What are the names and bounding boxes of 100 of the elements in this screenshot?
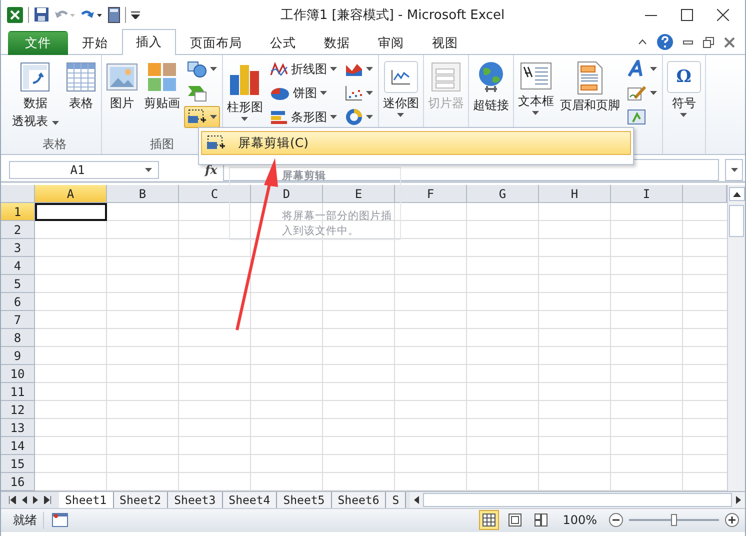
ribbon-small-button[interactable]: 条形图 [266,106,340,128]
bar-chart-icon [270,109,288,126]
zoom-out-icon[interactable] [609,513,623,528]
caret-icon [650,67,657,72]
vertical-scrollbar[interactable] [727,185,745,492]
previous-sheet-icon[interactable] [22,496,27,504]
sheet-tab[interactable]: Sheet3 [168,492,223,508]
screenshot-icon [206,135,226,151]
ribbon-tab[interactable]: 审阅 [364,31,418,56]
row-header[interactable]: 5 [1,275,35,294]
caret-icon [330,115,337,120]
row-header[interactable]: 9 [1,347,35,366]
row-header[interactable]: 16 [1,473,35,492]
caret-icon [366,91,373,96]
row-header[interactable]: 1 [1,203,35,222]
row-header[interactable]: 8 [1,329,35,348]
last-sheet-icon[interactable] [44,496,51,504]
text-box-icon [520,61,552,92]
shapes-icon [186,60,207,78]
clipart-icon [146,61,178,94]
macro-record-icon[interactable] [52,513,68,528]
zoom-slider-thumb[interactable] [671,514,677,526]
scroll-thumb[interactable] [423,493,732,508]
caret-icon [680,113,688,118]
ribbon-small-button[interactable] [184,106,220,128]
ribbon-button[interactable]: 图片 [104,58,140,136]
sheet-tab[interactable]: Sheet1 [59,492,114,508]
row-header[interactable]: 14 [1,437,35,456]
ribbon-tab[interactable]: 插入 [122,29,176,56]
table-grid-icon [64,61,97,94]
row-header[interactable]: 15 [1,455,35,474]
ribbon-small-button[interactable]: 饼图 [266,82,340,104]
area-chart-icon [344,61,363,78]
smartart-icon [186,84,207,102]
menu-item[interactable]: 屏幕剪辑(C) [201,131,631,155]
scatter-chart-icon [344,85,363,102]
collapse-ribbon-icon[interactable] [638,39,647,46]
row-header[interactable]: 11 [1,383,35,402]
column-header[interactable]: I [611,185,683,204]
scroll-right-icon[interactable] [736,496,741,504]
column-header[interactable]: D [251,185,323,204]
next-sheet-icon[interactable] [33,496,38,504]
restore-icon[interactable] [703,36,714,48]
ribbon-tab[interactable]: 视图 [418,31,472,56]
row-header[interactable]: 10 [1,365,35,384]
row-header[interactable]: 6 [1,293,35,312]
name-box[interactable]: A1 [9,160,159,179]
column-header[interactable]: B [107,185,179,204]
sheet-tab[interactable]: Sheet6 [332,492,386,508]
zoom-level[interactable]: 100% [556,513,603,528]
row-header[interactable]: 2 [1,221,35,240]
sheet-tab[interactable]: S [386,492,406,508]
ribbon-button[interactable]: 表格 [62,58,99,136]
column-header[interactable]: C [179,185,251,204]
calculator-icon[interactable] [108,6,120,23]
column-header[interactable]: A [35,185,107,204]
view-button[interactable] [478,510,499,530]
row-header[interactable]: 3 [1,239,35,258]
ribbon-tab[interactable]: 开始 [68,31,122,56]
insert-function-button[interactable]: fx [205,162,218,177]
scroll-left-icon[interactable] [414,496,420,504]
file-tab[interactable]: 文件 [8,31,68,56]
help-icon[interactable] [657,34,673,50]
save-icon[interactable] [34,7,49,22]
scroll-thumb[interactable] [729,205,744,238]
caret-icon [210,115,217,120]
maximize-icon[interactable] [681,8,693,21]
scroll-up-icon[interactable] [732,192,740,197]
row-header[interactable]: 12 [1,401,35,420]
caret-icon [330,67,337,72]
column-header[interactable]: F [395,185,467,204]
ribbon-button[interactable]: 数据 透视表 [10,58,61,136]
sheet-tab[interactable]: Sheet5 [277,492,332,508]
ribbon-tab[interactable]: 数据 [310,31,364,56]
active-cell[interactable] [35,203,107,222]
column-header[interactable]: E [323,185,395,204]
column-header[interactable]: G [467,185,539,204]
close-icon[interactable] [717,8,729,21]
caret-icon [397,113,404,118]
cell-grid[interactable] [35,203,727,492]
row-header[interactable]: 13 [1,419,35,438]
customize-menu-icon[interactable] [131,10,140,19]
picture-icon [106,61,138,94]
ribbon-tab[interactable]: 公式 [256,31,310,56]
excel-logo-icon[interactable] [7,6,23,23]
column-header[interactable]: H [539,185,611,204]
ribbon-button[interactable]: Ω 符号 [664,58,703,136]
zoom-in-icon[interactable] [725,513,739,528]
row-header[interactable]: 4 [1,257,35,276]
ribbon-small-button[interactable]: 折线图 [266,58,340,80]
row-header[interactable]: 7 [1,311,35,330]
ribbon-tab[interactable]: 页面布局 [176,31,256,56]
sheet-tab[interactable]: Sheet4 [222,492,278,508]
horizontal-scrollbar[interactable] [410,492,745,508]
sheet-tab[interactable]: Sheet2 [114,492,168,508]
slicer-icon [430,61,462,94]
caret-icon [650,91,657,96]
expand-formula-button[interactable] [725,158,743,181]
first-sheet-icon[interactable] [9,496,16,504]
ribbon-button[interactable]: 剪贴画 [142,58,182,136]
